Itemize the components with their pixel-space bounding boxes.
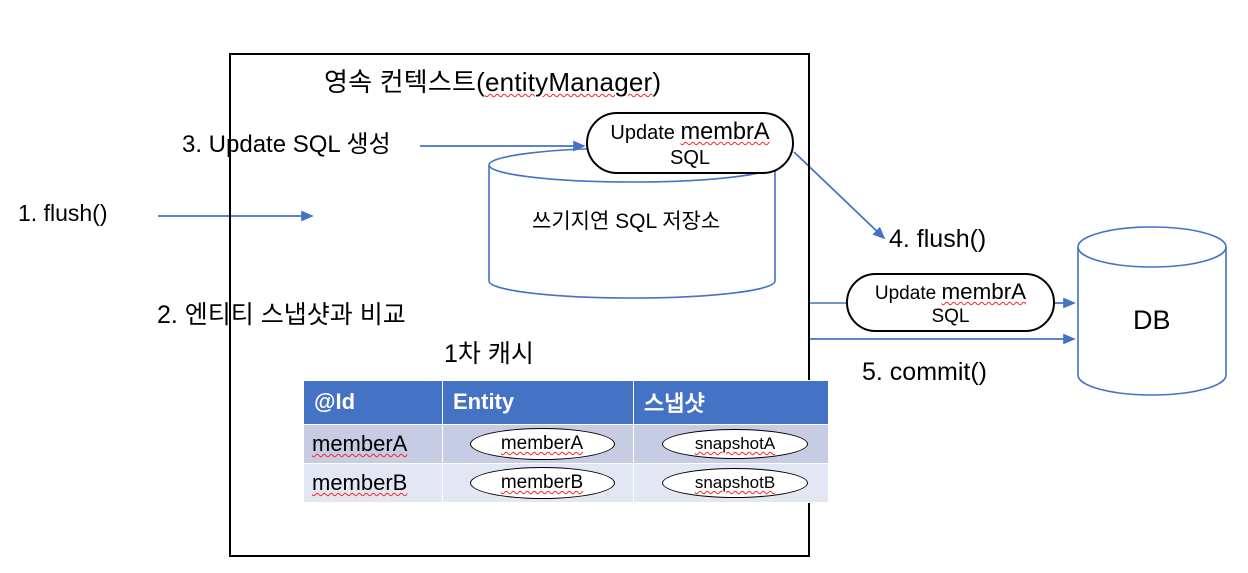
column-header-snapshot: 스냅샷 (633, 380, 829, 425)
step-1-label: 1. flush() (18, 200, 108, 226)
sql-statement-box-database: Update membrA SQL (846, 273, 1055, 332)
cell-id-text: memberA (312, 431, 408, 456)
cell-snapshot: snapshotA (633, 424, 829, 464)
cell-id: memberA (303, 424, 443, 464)
snapshot-oval: snapshotB (662, 468, 808, 498)
step-4-label: 4. flush() (889, 225, 987, 253)
database-label: DB (1133, 305, 1171, 335)
entity-oval-text: memberB (500, 472, 584, 493)
table-row: memberB memberB snapshotB (303, 463, 829, 503)
cell-id: memberB (303, 463, 443, 503)
entity-oval: memberA (469, 428, 615, 460)
context-title-korean: 영속 컨텍스트( (324, 67, 486, 97)
diagram-canvas: 영속 컨텍스트(entityManager) 1. flush() 2. 엔티티… (0, 0, 1248, 573)
table-header-row: @Id Entity 스냅샷 (303, 380, 829, 425)
sql-context-line2: SQL (669, 147, 711, 169)
step-5-label: 5. commit() (862, 358, 987, 386)
column-header-id: @Id (303, 380, 443, 425)
sql-context-line1: Update membrA (588, 119, 792, 146)
entity-oval-text: memberA (500, 433, 584, 454)
entity-oval: memberB (469, 467, 615, 499)
first-level-cache-table: @Id Entity 스냅샷 memberA memberA snapshotA… (303, 380, 829, 503)
step-3-label: 3. Update SQL 생성 (182, 131, 391, 158)
sql-db-line1: Update membrA (848, 279, 1053, 305)
context-title-close: ) (652, 67, 662, 97)
cell-entity: memberB (442, 463, 634, 503)
sql-context-code: membrA (680, 119, 770, 145)
cell-snapshot: snapshotB (633, 463, 829, 503)
sql-db-line2: SQL (931, 306, 970, 327)
sql-statement-box-context: Update membrA SQL (586, 112, 794, 174)
sql-db-prefix: Update (874, 283, 942, 304)
sql-db-code: membrA (941, 279, 1027, 304)
step-2-label: 2. 엔티티 스냅샷과 비교 (157, 301, 406, 329)
snapshot-oval-text: snapshotA (694, 434, 776, 453)
sql-context-prefix: Update (610, 122, 681, 144)
first-level-cache-title: 1차 캐시 (444, 340, 534, 368)
snapshot-oval: snapshotA (662, 429, 808, 459)
column-header-entity: Entity (442, 380, 634, 425)
table-row: memberA memberA snapshotA (303, 424, 829, 464)
context-box-title: 영속 컨텍스트(entityManager) (324, 67, 662, 98)
write-behind-store-label: 쓰기지연 SQL 저장소 (532, 210, 721, 233)
cell-id-text: memberB (312, 470, 408, 495)
snapshot-oval-text: snapshotB (694, 473, 776, 492)
context-title-code: entityManager (485, 67, 653, 97)
cell-entity: memberA (442, 424, 634, 464)
